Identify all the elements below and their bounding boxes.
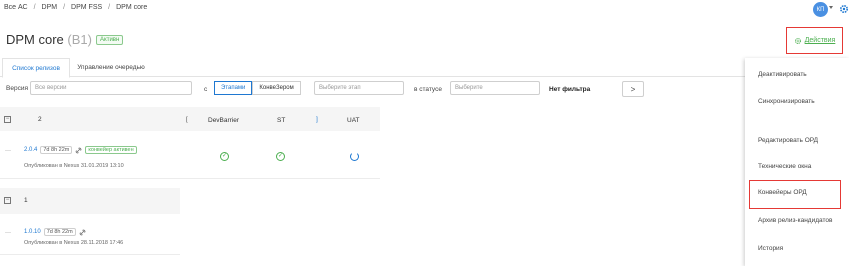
page-title-text: DPM core: [6, 32, 64, 47]
group-number: 1: [24, 197, 28, 204]
breadcrumb-item[interactable]: DPM: [42, 4, 58, 11]
row-dash: —: [5, 148, 11, 154]
group-number: 2: [38, 116, 42, 123]
menu-item-synchronize[interactable]: Синхронизировать: [745, 98, 849, 105]
stage-select[interactable]: Выберите этап: [314, 81, 404, 95]
actions-menu: Деактивировать Синхронизировать Редактир…: [745, 58, 849, 266]
gear-icon[interactable]: [838, 3, 849, 15]
no-filter-label: Нет фильтра: [549, 86, 591, 93]
bracket-left: [: [186, 116, 188, 123]
row-divider: [0, 254, 180, 255]
row-dash: —: [5, 230, 11, 236]
breadcrumb-item[interactable]: Все АС: [4, 4, 28, 11]
menu-item-history[interactable]: История: [745, 245, 849, 252]
breadcrumb-current: DPM core: [116, 4, 148, 11]
column-header-devbarrier: DevBarrier: [208, 117, 240, 124]
status-label: в статусе: [414, 86, 442, 93]
group-header: [0, 107, 380, 131]
in-progress-icon[interactable]: [350, 152, 359, 161]
pipeline-active-tag: конвейер активен: [85, 146, 137, 154]
release-row: 2.0.4 7d 8h 22m конвейер активен: [24, 146, 137, 154]
actions-button[interactable]: Действия: [786, 27, 843, 54]
version-select[interactable]: Все версии: [30, 81, 192, 95]
version-label: Версия: [6, 85, 28, 92]
status-badge: Активн: [96, 35, 124, 45]
user-avatar[interactable]: КП: [813, 2, 828, 17]
link-icon[interactable]: [75, 147, 82, 154]
publish-info: Опубликован в Nexus 28.11.2018 17:46: [24, 240, 124, 246]
next-button[interactable]: >: [622, 81, 644, 97]
release-version-link[interactable]: 2.0.4: [24, 147, 37, 153]
menu-item-tech-windows[interactable]: Технические окна: [745, 163, 849, 170]
breadcrumb-separator: /: [108, 4, 111, 11]
row-divider: [0, 178, 380, 179]
tab-release-list[interactable]: Список релизов: [2, 58, 70, 78]
check-circle-icon[interactable]: ✓: [220, 152, 229, 161]
breadcrumb: Все АС / DPM / DPM FSS / DPM core: [4, 4, 147, 11]
bracket-right: ]: [316, 116, 318, 123]
menu-item-deactivate[interactable]: Деактивировать: [745, 71, 849, 78]
page-title: DPM core (B1): [6, 32, 92, 47]
gear-icon: [794, 37, 801, 44]
breadcrumb-separator: /: [63, 4, 66, 11]
column-header-uat: UAT: [347, 117, 360, 124]
segment-pipeline[interactable]: КонвеЗером: [252, 81, 301, 95]
menu-item-rc-archive[interactable]: Архив релиз-кандидатов: [745, 217, 849, 224]
breadcrumb-item[interactable]: DPM FSS: [71, 4, 102, 11]
page-title-suffix: (B1): [67, 32, 92, 47]
actions-button-label: Действия: [804, 37, 836, 44]
column-header-st: ST: [277, 117, 286, 124]
release-version-link[interactable]: 1.0.10: [24, 229, 41, 235]
collapse-toggle-icon[interactable]: −: [4, 197, 11, 204]
link-icon[interactable]: [79, 229, 86, 236]
from-label: с: [204, 86, 208, 93]
menu-item-edit-ord[interactable]: Редактировать ОРД: [745, 137, 849, 144]
highlight-frame: [749, 180, 841, 209]
status-select[interactable]: Выберите: [450, 81, 540, 95]
chevron-down-icon[interactable]: [829, 6, 833, 9]
check-circle-icon[interactable]: ✓: [276, 152, 285, 161]
breadcrumb-separator: /: [33, 4, 36, 11]
release-duration: 7d 8h 22m: [40, 146, 73, 154]
segment-stages[interactable]: Этапами: [214, 81, 253, 95]
release-row: 1.0.10 7d 8h 22m: [24, 228, 86, 236]
release-duration: 7d 8h 22m: [43, 228, 76, 236]
tab-queue-management[interactable]: Управление очередью: [68, 58, 154, 76]
publish-info: Опубликован в Nexus 31.01.2019 13:10: [24, 163, 124, 169]
collapse-toggle-icon[interactable]: −: [4, 116, 11, 123]
view-mode-toggle: Этапами КонвеЗером: [214, 81, 301, 95]
